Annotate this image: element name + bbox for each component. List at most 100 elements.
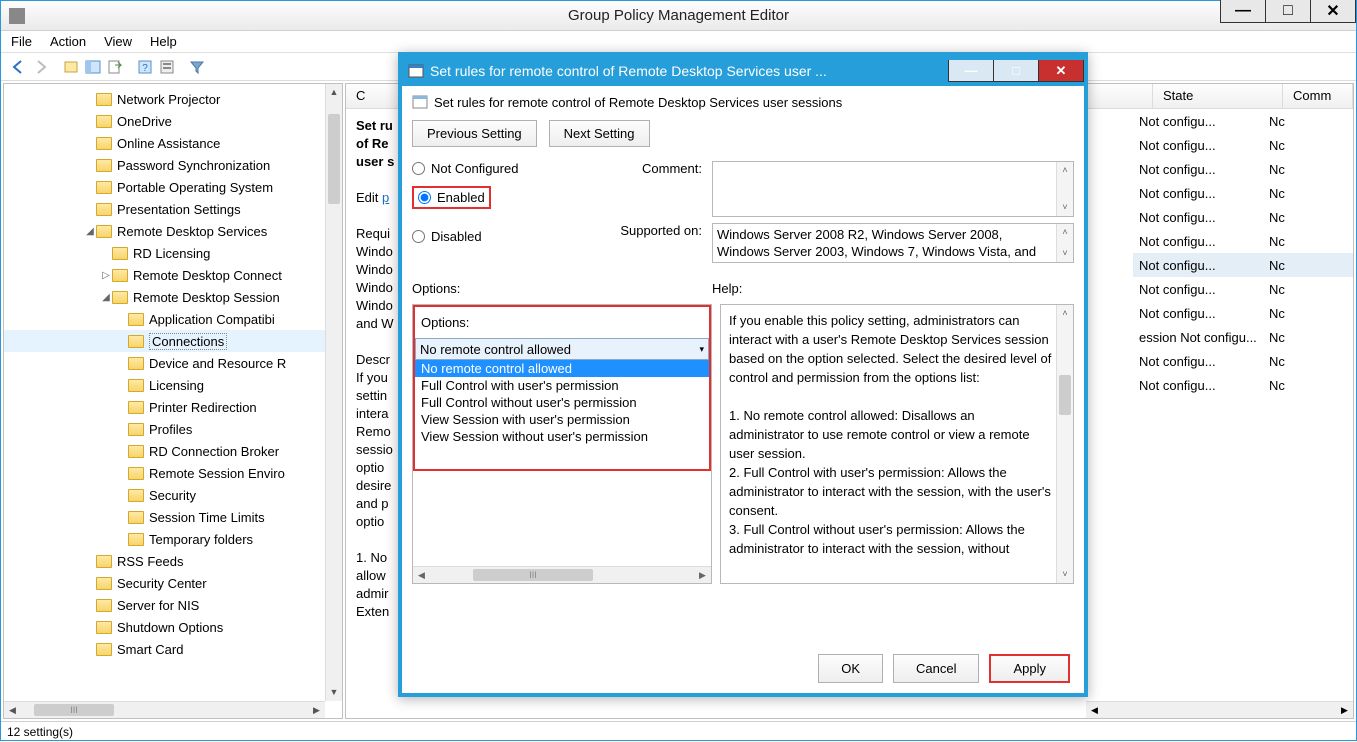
scroll-up-icon[interactable]: ˄	[1057, 162, 1073, 179]
list-item[interactable]: Not configu...Nc	[1133, 253, 1353, 277]
export-button[interactable]	[105, 57, 125, 77]
policy-tree[interactable]: Network ProjectorOneDriveOnline Assistan…	[4, 84, 325, 660]
radio-not-configured[interactable]: Not Configured	[412, 161, 592, 176]
comment-scroll[interactable]: ˄˅	[1056, 162, 1073, 216]
tree-item[interactable]: ▷Remote Desktop Connect	[4, 264, 325, 286]
tree-item[interactable]: ◢Remote Desktop Session	[4, 286, 325, 308]
help-scroll[interactable]: ˄ ˅	[1056, 305, 1073, 583]
previous-setting-button[interactable]: Previous Setting	[412, 120, 537, 147]
dialog-close-button[interactable]: ✕	[1038, 60, 1084, 82]
scroll-thumb[interactable]	[1059, 375, 1071, 415]
scroll-down-icon[interactable]: ˅	[1057, 199, 1073, 216]
tree-item[interactable]: Licensing	[4, 374, 325, 396]
tree-item[interactable]: Shutdown Options	[4, 616, 325, 638]
tree-item[interactable]: Device and Resource R	[4, 352, 325, 374]
minimize-button[interactable]: —	[1220, 0, 1266, 23]
tree-item[interactable]: Server for NIS	[4, 594, 325, 616]
list-item[interactable]: Not configu...Nc	[1133, 205, 1353, 229]
scroll-right-icon[interactable]: ▶	[1336, 702, 1353, 719]
list-item[interactable]: Not configu...Nc	[1133, 301, 1353, 325]
tree-item[interactable]: Presentation Settings	[4, 198, 325, 220]
menu-view[interactable]: View	[104, 34, 132, 49]
list-item[interactable]: Not configu...Nc	[1133, 229, 1353, 253]
tree-vscroll[interactable]: ▲ ▼	[325, 84, 342, 701]
radio-disabled[interactable]: Disabled	[412, 229, 592, 244]
tree-item[interactable]: Network Projector	[4, 88, 325, 110]
expander-icon[interactable]: ◢	[100, 292, 112, 303]
list-item[interactable]: Not configu...Nc	[1133, 181, 1353, 205]
edit-link[interactable]: p	[382, 190, 389, 205]
help-icon[interactable]: ?	[135, 57, 155, 77]
tree-item[interactable]: RD Licensing	[4, 242, 325, 264]
scroll-up-icon[interactable]: ▲	[326, 84, 342, 101]
ok-button[interactable]: OK	[818, 654, 883, 683]
dropdown-option[interactable]: View Session with user's permission	[415, 411, 709, 428]
list-item[interactable]: Not configu...Nc	[1133, 109, 1353, 133]
supported-scroll[interactable]: ˄˅	[1056, 224, 1073, 262]
tree-item[interactable]: Online Assistance	[4, 132, 325, 154]
close-button[interactable]: ✕	[1310, 0, 1356, 23]
up-button[interactable]	[61, 57, 81, 77]
scroll-right-icon[interactable]: ▶	[308, 702, 325, 719]
scroll-left-icon[interactable]: ◀	[1086, 702, 1103, 719]
list-item[interactable]: Not configu...Nc	[1133, 157, 1353, 181]
options-dropdown[interactable]: No remote control allowedFull Control wi…	[415, 360, 709, 445]
tree-item[interactable]: Printer Redirection	[4, 396, 325, 418]
tree-item[interactable]: RSS Feeds	[4, 550, 325, 572]
dialog-minimize-button[interactable]: —	[948, 60, 994, 82]
scroll-right-icon[interactable]: ▶	[694, 567, 711, 584]
options-hscroll[interactable]: ◀ III ▶	[413, 566, 711, 583]
scroll-up-icon[interactable]: ˄	[1057, 305, 1073, 322]
tree-item[interactable]: Profiles	[4, 418, 325, 440]
scroll-left-icon[interactable]: ◀	[413, 567, 430, 584]
tree-item[interactable]: Portable Operating System	[4, 176, 325, 198]
comment-textarea[interactable]: ˄˅	[712, 161, 1074, 217]
settings-list[interactable]: Not configu...NcNot configu...NcNot conf…	[1133, 109, 1353, 701]
column-state[interactable]: State	[1153, 84, 1283, 108]
apply-button[interactable]: Apply	[989, 654, 1070, 683]
list-item[interactable]: Not configu...Nc	[1133, 349, 1353, 373]
properties-icon[interactable]	[157, 57, 177, 77]
tree-hscroll[interactable]: ◀ III ▶	[4, 701, 325, 718]
scroll-up-icon[interactable]: ˄	[1057, 224, 1073, 241]
scroll-thumb[interactable]	[328, 114, 340, 204]
scroll-left-icon[interactable]: ◀	[4, 702, 21, 719]
dialog-maximize-button[interactable]: □	[993, 60, 1039, 82]
cancel-button[interactable]: Cancel	[893, 654, 979, 683]
filter-icon[interactable]	[187, 57, 207, 77]
dropdown-option[interactable]: Full Control with user's permission	[415, 377, 709, 394]
tree-item[interactable]: Temporary folders	[4, 528, 325, 550]
tree-item[interactable]: RD Connection Broker	[4, 440, 325, 462]
tree-item[interactable]: Application Compatibi	[4, 308, 325, 330]
forward-button[interactable]	[31, 57, 51, 77]
scroll-thumb[interactable]: III	[34, 704, 114, 716]
tree-item[interactable]: Smart Card	[4, 638, 325, 660]
list-item[interactable]: Not configu...Nc	[1133, 373, 1353, 397]
detail-hscroll[interactable]: ◀ ▶	[1086, 701, 1353, 718]
back-button[interactable]	[9, 57, 29, 77]
options-combobox[interactable]: No remote control allowed ▾	[415, 338, 709, 360]
tree-item[interactable]: OneDrive	[4, 110, 325, 132]
radio-enabled[interactable]: Enabled	[412, 186, 491, 209]
list-item[interactable]: ession Not configu...Nc	[1133, 325, 1353, 349]
menu-file[interactable]: File	[11, 34, 32, 49]
tree-item[interactable]: Session Time Limits	[4, 506, 325, 528]
dropdown-option[interactable]: View Session without user's permission	[415, 428, 709, 445]
scroll-down-icon[interactable]: ˅	[1057, 245, 1073, 262]
scroll-down-icon[interactable]: ▼	[326, 684, 342, 701]
expander-icon[interactable]: ◢	[84, 226, 96, 237]
dropdown-option[interactable]: Full Control without user's permission	[415, 394, 709, 411]
next-setting-button[interactable]: Next Setting	[549, 120, 650, 147]
menu-action[interactable]: Action	[50, 34, 86, 49]
tree-item[interactable]: Password Synchronization	[4, 154, 325, 176]
tree-item[interactable]: Security	[4, 484, 325, 506]
tree-item[interactable]: Security Center	[4, 572, 325, 594]
show-hide-tree-button[interactable]	[83, 57, 103, 77]
column-comment[interactable]: Comm	[1283, 84, 1353, 108]
tree-item[interactable]: ◢Remote Desktop Services	[4, 220, 325, 242]
expander-icon[interactable]: ▷	[100, 270, 112, 281]
list-item[interactable]: Not configu...Nc	[1133, 277, 1353, 301]
tree-item[interactable]: Remote Session Enviro	[4, 462, 325, 484]
scroll-thumb[interactable]: III	[473, 569, 593, 581]
tree-item[interactable]: Connections	[4, 330, 325, 352]
